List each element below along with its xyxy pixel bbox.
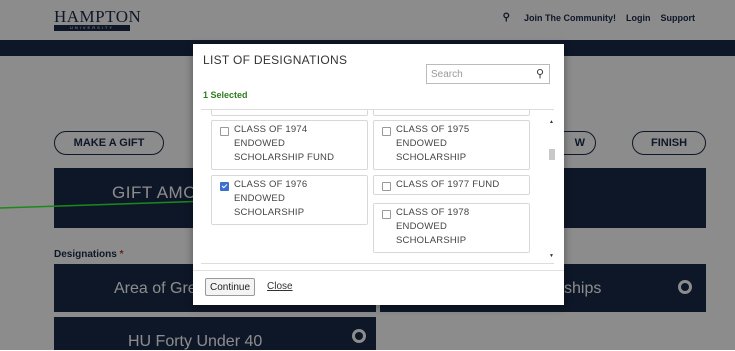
annotation-arrow-line [0, 200, 210, 209]
designation-option-label: CLASS OF 1975 ENDOWED SCHOLARSHIP [396, 124, 470, 163]
designation-option-label: CLASS OF 1978 ENDOWED SCHOLARSHIP [396, 207, 470, 246]
designation-list: CLASS OF 1974 ENDOWED SCHOLARSHIP FUND C… [201, 109, 554, 264]
designation-checkbox[interactable] [382, 210, 391, 219]
modal-title: LIST OF DESIGNATIONS [203, 53, 348, 67]
designation-option-1974[interactable]: CLASS OF 1974 ENDOWED SCHOLARSHIP FUND [211, 120, 368, 170]
designation-option-label: CLASS OF 1977 FUND [396, 179, 500, 190]
scroll-down-icon[interactable]: ▼ [549, 253, 554, 259]
designation-search-input[interactable] [431, 67, 527, 81]
designation-option-label: CLASS OF 1976 ENDOWED SCHOLARSHIP [234, 179, 308, 218]
designation-option-prev-left[interactable] [211, 110, 368, 116]
modal-footer-divider [193, 270, 564, 271]
designation-option-1977[interactable]: CLASS OF 1977 FUND [373, 175, 530, 195]
list-scrollbar[interactable]: ▲ ▼ [548, 115, 556, 265]
designations-modal: LIST OF DESIGNATIONS ⚲ 1 Selected CLASS … [193, 44, 564, 305]
designation-option-1978[interactable]: CLASS OF 1978 ENDOWED SCHOLARSHIP [373, 203, 530, 253]
selected-count: 1 Selected [203, 90, 248, 100]
designation-checkbox[interactable] [382, 127, 391, 136]
designation-checkbox[interactable] [382, 182, 391, 191]
designation-checkbox-checked[interactable] [220, 182, 229, 191]
close-link[interactable]: Close [267, 281, 293, 292]
designation-checkbox[interactable] [220, 127, 229, 136]
designation-option-prev-right[interactable] [373, 110, 530, 116]
designation-option-1975[interactable]: CLASS OF 1975 ENDOWED SCHOLARSHIP [373, 120, 530, 170]
scroll-up-icon[interactable]: ▲ [549, 119, 554, 125]
modal-search-box[interactable]: ⚲ [426, 64, 550, 84]
scroll-thumb[interactable] [549, 149, 555, 160]
designation-option-1976[interactable]: CLASS OF 1976 ENDOWED SCHOLARSHIP [211, 175, 368, 225]
designation-option-label: CLASS OF 1974 ENDOWED SCHOLARSHIP FUND [234, 124, 335, 163]
continue-button[interactable]: Continue [205, 278, 256, 296]
search-icon[interactable]: ⚲ [536, 67, 544, 80]
